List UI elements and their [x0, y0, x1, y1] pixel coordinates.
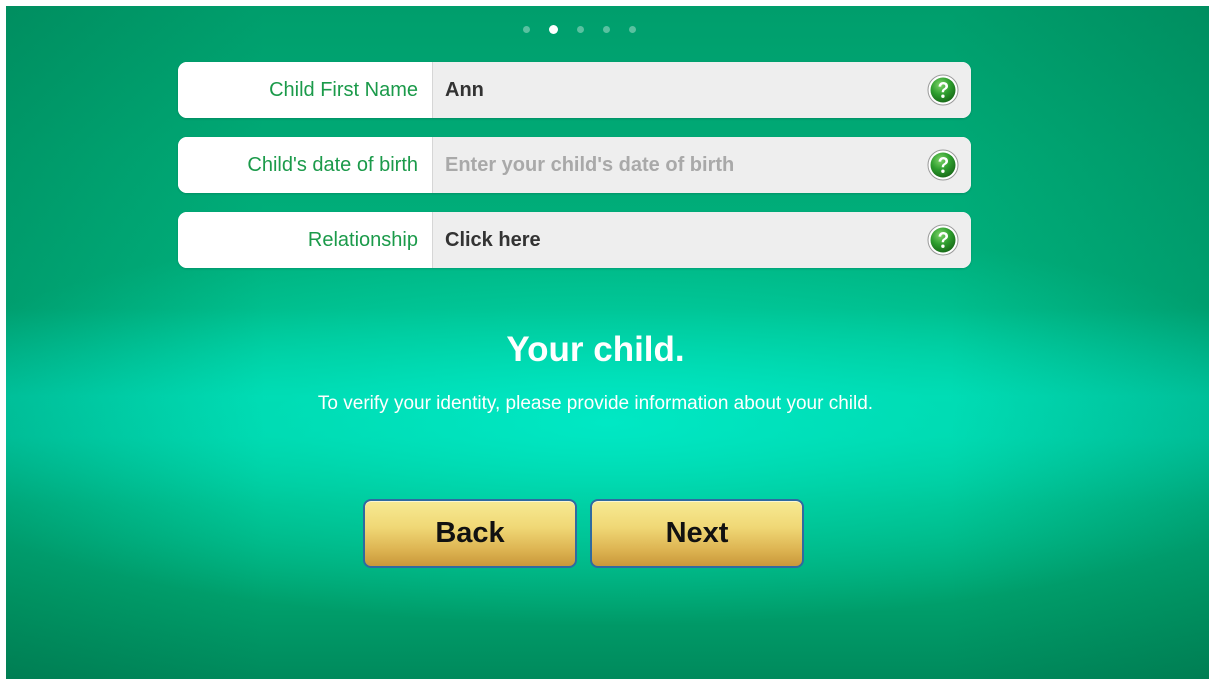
child-first-name-input[interactable] [445, 78, 905, 102]
back-button[interactable]: Back [363, 499, 577, 568]
step-pager [6, 25, 1181, 34]
child-dob-input[interactable] [445, 153, 905, 177]
child-first-name-row: Child First Name [178, 62, 971, 118]
pager-dot-2-active [549, 25, 558, 34]
pager-dot-1 [523, 26, 530, 33]
pager-dot-4 [603, 26, 610, 33]
child-first-name-label: Child First Name [178, 62, 433, 118]
child-dob-label: Child's date of birth [178, 137, 433, 193]
relationship-label: Relationship [178, 212, 433, 268]
relationship-select[interactable]: Click here [433, 212, 971, 268]
child-first-name-value-area [433, 62, 971, 118]
child-dob-row: Child's date of birth [178, 137, 971, 193]
relationship-select-text: Click here [445, 228, 541, 251]
question-mark-circle-icon[interactable] [927, 224, 959, 256]
next-button[interactable]: Next [590, 499, 804, 568]
page-description: To verify your identity, please provide … [317, 393, 874, 414]
verification-screen: Child First Name Child's date of birth [6, 6, 1209, 679]
pager-dot-3 [577, 26, 584, 33]
child-dob-value-area [433, 137, 971, 193]
question-mark-circle-icon[interactable] [927, 149, 959, 181]
question-mark-circle-icon[interactable] [927, 74, 959, 106]
page-title: Your child. [506, 330, 685, 369]
relationship-row: Relationship Click here [178, 212, 971, 268]
pager-dot-5 [629, 26, 636, 33]
